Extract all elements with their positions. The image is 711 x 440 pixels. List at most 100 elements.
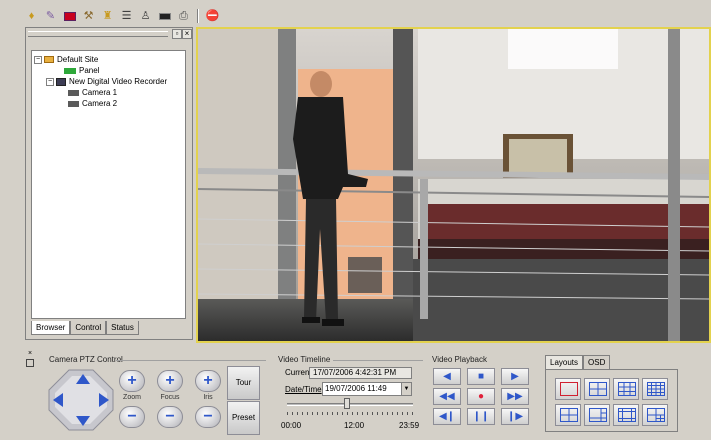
layout-quad-icon	[589, 382, 607, 396]
layout-2x2-button[interactable]	[584, 378, 610, 400]
camera-icon	[68, 89, 79, 96]
panel-close-icon[interactable]: ×	[182, 29, 192, 39]
pause-button[interactable]: ❙❙	[467, 408, 495, 425]
event-icon[interactable]: ☰	[119, 9, 134, 24]
main-toolbar: ♦ ✎ ⚒ ♜ ☰ ♙ ⎙ ⛔	[24, 6, 220, 26]
focus-in-button[interactable]: +	[157, 370, 183, 392]
panel-restore-icon[interactable]: ▫	[172, 29, 182, 39]
datetime-label: Date/Time	[285, 385, 322, 394]
tree-label-camera-2: Camera 2	[82, 99, 118, 108]
layout-3x3-button[interactable]	[613, 378, 639, 400]
alarm-icon[interactable]: ♜	[100, 9, 115, 24]
pan-right-button[interactable]	[99, 393, 109, 407]
user-icon[interactable]: ♙	[138, 9, 153, 24]
layout-one-plus-twelve-icon	[618, 408, 636, 422]
layout-one-plus-five-icon	[560, 408, 578, 422]
preset-button[interactable]: Preset	[227, 401, 260, 435]
layout-1plus12-button[interactable]	[613, 404, 639, 426]
step-back-button[interactable]: ◀❙	[433, 408, 461, 425]
map-icon[interactable]	[62, 9, 77, 24]
zoom-label: Zoom	[123, 394, 141, 401]
tree-item-panel[interactable]: Panel	[34, 65, 185, 76]
tree-item-camera-2[interactable]: Camera 2	[34, 98, 185, 109]
tab-status[interactable]: Status	[106, 321, 139, 335]
tab-browser[interactable]: Browser	[31, 321, 71, 335]
focus-out-button[interactable]: −	[157, 406, 183, 428]
tree-label-panel: Panel	[79, 66, 100, 75]
wand-icon[interactable]: ✎	[43, 9, 58, 24]
playback-title: Video Playback	[432, 355, 487, 364]
step-forward-button[interactable]: ❙▶	[501, 408, 529, 425]
play-button[interactable]: ▶	[501, 368, 529, 385]
zoom-out-button[interactable]: −	[119, 406, 145, 428]
pan-down-button[interactable]	[76, 416, 90, 426]
rewind-button[interactable]: ◀◀	[433, 388, 461, 405]
toolbar-separator	[197, 9, 199, 23]
tree-label-site: Default Site	[57, 55, 99, 64]
bottom-pin-icon[interactable]	[26, 359, 34, 367]
iris-close-button[interactable]: −	[195, 406, 221, 428]
tree-item-site[interactable]: − Default Site	[34, 54, 185, 65]
current-label: Current	[285, 368, 312, 377]
layout-tabs: Layouts OSD	[545, 355, 611, 369]
current-time-field: 17/07/2006 4:42:31 PM	[309, 367, 412, 379]
record-button[interactable]: ●	[467, 388, 495, 405]
device-icon[interactable]	[157, 9, 172, 24]
tools-icon[interactable]: ⚒	[81, 9, 96, 24]
panel-grip[interactable]	[28, 31, 168, 37]
tree-label-recorder: New Digital Video Recorder	[69, 77, 168, 86]
layout-1plus7-button[interactable]	[584, 404, 610, 426]
tick-label-end: 23:59	[399, 421, 420, 430]
video-view[interactable]	[196, 27, 711, 343]
collapse-icon[interactable]: −	[34, 55, 42, 64]
stop-button[interactable]: ■	[467, 368, 495, 385]
iris-open-button[interactable]: +	[195, 370, 221, 392]
ptz-joystick	[47, 368, 115, 432]
ptz-title: Camera PTZ Control	[49, 355, 123, 364]
panel-icon	[64, 67, 76, 74]
print-icon[interactable]: ⎙	[176, 9, 191, 24]
tab-osd[interactable]: OSD	[583, 355, 611, 369]
tab-control[interactable]: Control	[70, 321, 107, 335]
iris-label: Iris	[203, 394, 213, 401]
fast-forward-button[interactable]: ▶▶	[501, 388, 529, 405]
pan-up-button[interactable]	[76, 374, 90, 384]
datetime-value: 19/07/2006 11:49	[325, 384, 387, 393]
layout-1plus5-button[interactable]	[555, 404, 581, 426]
tree-label-camera-1: Camera 1	[82, 88, 118, 97]
recorder-icon	[56, 77, 66, 86]
layout-1x1-button[interactable]	[555, 378, 581, 400]
layout-sixteen-icon	[647, 382, 665, 396]
stop-icon[interactable]: ⛔	[205, 9, 220, 24]
timeline-ticks	[287, 412, 413, 415]
collapse-icon[interactable]: −	[46, 77, 54, 86]
tree-item-recorder[interactable]: − New Digital Video Recorder	[34, 76, 185, 87]
layout-4x4-button[interactable]	[642, 378, 668, 400]
torch-icon[interactable]: ♦	[24, 9, 39, 24]
layout-single-icon	[560, 382, 578, 396]
tree-item-camera-1[interactable]: Camera 1	[34, 87, 185, 98]
site-tree: − Default Site Panel − New Digital Video…	[31, 50, 186, 319]
tick-label-start: 00:00	[281, 421, 302, 430]
timeline-title: Video Timeline	[278, 355, 331, 364]
focus-label: Focus	[160, 394, 180, 401]
site-icon	[44, 56, 54, 63]
camera-feed-image	[198, 29, 709, 341]
browser-panel: ▫ × − Default Site Panel − New Digital V…	[25, 27, 193, 340]
dropdown-arrow-icon[interactable]: ▼	[401, 383, 411, 395]
browser-tabs: Browser Control Status	[31, 321, 139, 335]
zoom-in-button[interactable]: +	[119, 370, 145, 392]
reverse-play-button[interactable]: ◀	[433, 368, 461, 385]
pan-left-button[interactable]	[53, 393, 63, 407]
bottom-control-panel: × Camera PTZ Control + Zoom − + Focus − …	[0, 346, 711, 440]
layout-nine-icon	[618, 382, 636, 396]
tour-button[interactable]: Tour	[227, 366, 260, 400]
timeline-divider	[333, 360, 423, 361]
datetime-select[interactable]: 19/07/2006 11:49 ▼	[322, 382, 412, 396]
layout-custom-button[interactable]	[642, 404, 668, 426]
bottom-close-icon[interactable]: ×	[26, 350, 34, 358]
layout-frame	[545, 369, 678, 432]
camera-icon	[68, 100, 79, 107]
timeline-slider-thumb[interactable]	[344, 398, 351, 409]
tab-layouts[interactable]: Layouts	[545, 355, 584, 369]
